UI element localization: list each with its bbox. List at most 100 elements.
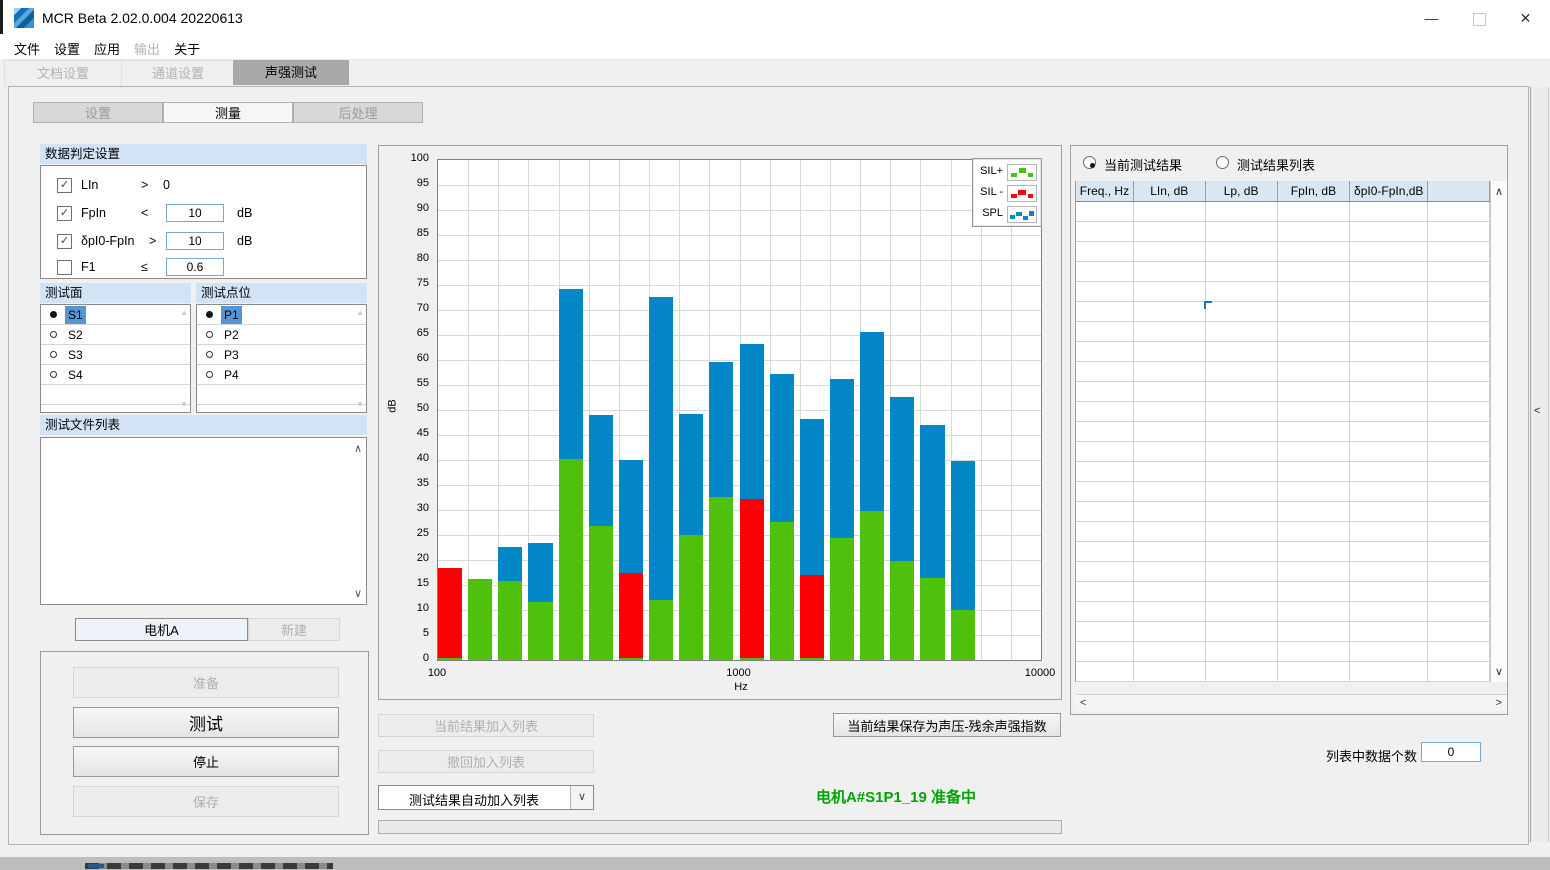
menu-item-关于[interactable]: 关于 (174, 39, 200, 58)
table-cell (1076, 542, 1134, 562)
table-row (1076, 282, 1490, 302)
save-button[interactable]: 保存 (73, 786, 339, 817)
table-cell (1134, 522, 1206, 542)
list-item-P1[interactable]: P1 (197, 305, 366, 325)
list-item-S2[interactable]: S2 (41, 325, 190, 345)
criterion-f1: F1 ≤ (41, 258, 366, 278)
scroll-down-icon[interactable]: ∨ (354, 587, 362, 600)
dpi0-checkbox[interactable]: ✓ (57, 234, 72, 249)
radio-icon[interactable] (206, 331, 213, 338)
y-tick-label: 25 (395, 527, 429, 539)
new-button[interactable]: 新建 (248, 618, 340, 641)
menu-item-设置[interactable]: 设置 (54, 39, 80, 58)
subtab-测量[interactable]: 测量 (163, 102, 293, 123)
results-table-header: Freq., HzLIn, dBLp, dBFpIn, dBδpI0-FpIn,… (1076, 181, 1490, 202)
table-cell (1206, 442, 1278, 462)
table-cell (1278, 202, 1351, 222)
auto-add-dropdown[interactable]: 测试结果自动加入列表 ∨ (378, 785, 594, 810)
undo-add-button[interactable]: 撤回加入列表 (378, 750, 594, 773)
scroll-down-icon[interactable]: ▼ (180, 400, 188, 409)
results-vertical-scrollbar[interactable]: ∧ ∨ (1490, 181, 1507, 682)
radio-selected-icon[interactable] (206, 311, 213, 318)
table-cell (1206, 602, 1278, 622)
table-row (1076, 602, 1490, 622)
table-cell (1134, 322, 1206, 342)
stop-button[interactable]: 停止 (73, 746, 339, 777)
column-header: LIn, dB (1134, 181, 1206, 201)
table-cell (1076, 262, 1134, 282)
radio-icon[interactable] (206, 351, 213, 358)
list-item-P2[interactable]: P2 (197, 325, 366, 345)
scroll-left-icon[interactable]: < (1080, 697, 1086, 709)
maximize-button[interactable] (1455, 0, 1502, 36)
criterion-op: < (141, 206, 148, 220)
table-cell (1428, 342, 1490, 362)
radio-icon[interactable] (50, 351, 57, 358)
criterion-label: FpIn (81, 206, 106, 220)
menu-item-应用[interactable]: 应用 (94, 39, 120, 58)
y-tick-label: 10 (395, 602, 429, 614)
results-horizontal-scrollbar[interactable]: < > (1075, 694, 1507, 711)
list-item-P4[interactable]: P4 (197, 365, 366, 385)
fpin-threshold-input[interactable] (166, 204, 224, 222)
sil-plus-base-bar (438, 658, 462, 661)
tab-声强测试[interactable]: 声强测试 (233, 60, 349, 85)
prepare-button[interactable]: 准备 (73, 667, 339, 698)
scroll-up-icon[interactable]: ∧ (1495, 185, 1503, 198)
tab-通道设置[interactable]: 通道设置 (121, 60, 235, 87)
menu-item-输出[interactable]: 输出 (134, 39, 160, 58)
list-item-S4[interactable]: S4 (41, 365, 190, 385)
table-cell (1134, 482, 1206, 502)
save-as-pressure-residual-button[interactable]: 当前结果保存为声压-残余声强指数 (833, 713, 1061, 737)
file-listbox[interactable]: ∧ ∨ (40, 437, 367, 605)
radio-icon[interactable] (206, 371, 213, 378)
criteria-header: 数据判定设置 (40, 144, 367, 164)
radio-icon[interactable] (50, 331, 57, 338)
table-cell (1206, 522, 1278, 542)
right-collapse-handle[interactable]: < (1530, 87, 1549, 842)
scroll-down-icon[interactable]: ▼ (356, 400, 364, 409)
chevron-down-icon[interactable]: ∨ (570, 786, 593, 809)
subtab-后处理[interactable]: 后处理 (293, 102, 423, 123)
f1-threshold-input[interactable] (166, 258, 224, 276)
tab-文档设置[interactable]: 文档设置 (4, 60, 122, 87)
gridline-v (1011, 160, 1012, 660)
scroll-down-icon[interactable]: ∨ (1495, 665, 1503, 678)
add-current-result-button[interactable]: 当前结果加入列表 (378, 714, 594, 737)
table-cell (1076, 402, 1134, 422)
minimize-button[interactable]: — (1408, 0, 1455, 36)
test-button[interactable]: 测试 (73, 707, 339, 738)
table-cell (1278, 362, 1351, 382)
table-cell (1206, 482, 1278, 502)
list-item-S1[interactable]: S1 (41, 305, 190, 325)
table-cell (1278, 542, 1351, 562)
subtab-设置[interactable]: 设置 (33, 102, 163, 123)
list-item-S3[interactable]: S3 (41, 345, 190, 365)
dpi0-threshold-input[interactable] (166, 232, 224, 250)
radio-icon[interactable] (50, 371, 57, 378)
table-cell (1134, 242, 1206, 262)
f1-checkbox[interactable] (57, 260, 72, 275)
list-item-label: P4 (221, 366, 242, 384)
scroll-up-icon[interactable]: ▲ (180, 308, 188, 317)
scroll-right-icon[interactable]: > (1496, 697, 1502, 709)
table-cell (1278, 322, 1351, 342)
radio-result-list[interactable] (1216, 156, 1229, 169)
radio-selected-icon[interactable] (50, 311, 57, 318)
status-text: 电机A#S1P1_19 准备中 (756, 786, 1036, 807)
menu-item-文件[interactable]: 文件 (14, 39, 40, 58)
fpin-checkbox[interactable]: ✓ (57, 206, 72, 221)
main-tab-strip: 文档设置通道设置声强测试 (0, 60, 1550, 86)
close-button[interactable]: ✕ (1502, 0, 1549, 36)
lin-checkbox[interactable]: ✓ (57, 178, 72, 193)
list-count-input[interactable] (1421, 742, 1481, 762)
list-item-P3[interactable]: P3 (197, 345, 366, 365)
y-tick-label: 100 (395, 152, 429, 164)
table-cell (1278, 662, 1351, 682)
table-row (1076, 462, 1490, 482)
motor-a-button[interactable]: 电机A (75, 618, 248, 641)
table-cell (1206, 622, 1278, 642)
scroll-up-icon[interactable]: ▲ (356, 308, 364, 317)
scroll-up-icon[interactable]: ∧ (354, 442, 362, 455)
radio-current-result[interactable] (1083, 156, 1096, 169)
